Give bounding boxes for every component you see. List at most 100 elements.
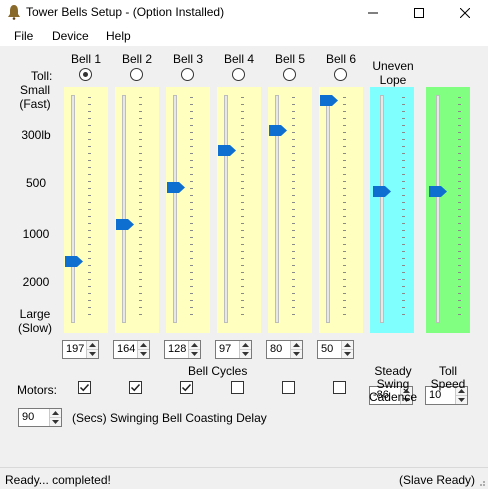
menu-device[interactable]: Device: [52, 29, 89, 43]
bell-5-slider-thumb[interactable]: [269, 125, 287, 137]
bell-5-ticks: [292, 97, 295, 321]
toll-speed-label-2: Speed: [430, 377, 466, 391]
bell-3-slider-thumb[interactable]: [167, 181, 185, 193]
bell-1-label: Bell 1: [70, 52, 102, 66]
bell-6-spin-buttons: [341, 341, 353, 358]
coast-delay-value[interactable]: 90: [22, 411, 34, 423]
bell-2-cycles-spinner[interactable]: 164: [113, 340, 150, 359]
bell-2-toll-radio[interactable]: [130, 68, 143, 81]
bell-3-up-arrow-icon[interactable]: [189, 341, 200, 349]
bell-4-slider[interactable]: [217, 87, 261, 333]
bell-6-label: Bell 6: [325, 52, 357, 66]
bell-6-down-arrow-icon[interactable]: [342, 349, 353, 357]
bell-2-down-arrow-icon[interactable]: [138, 349, 149, 357]
checkmark-icon: [130, 383, 141, 392]
bell-1-down-arrow-icon[interactable]: [87, 349, 98, 357]
bell-4-label: Bell 4: [223, 52, 255, 66]
bell-5-spin-buttons: [290, 341, 302, 358]
bell-2-label: Bell 2: [121, 52, 153, 66]
bell-1-up-arrow-icon[interactable]: [87, 341, 98, 349]
bell-2-spin-buttons: [137, 341, 149, 358]
bell-5-cycles-value[interactable]: 80: [270, 343, 282, 355]
bell-4-motor-checkbox[interactable]: [231, 381, 244, 394]
close-button[interactable]: [442, 0, 488, 26]
bell-1-motor-checkbox[interactable]: [78, 381, 91, 394]
menu-bar: File Device Help: [0, 26, 488, 46]
coast-spin-buttons: [49, 409, 61, 426]
swing-label: Swing: [376, 377, 410, 391]
bell-6-cycles-value[interactable]: 50: [321, 343, 333, 355]
coast-delay-spinner[interactable]: 90: [18, 408, 62, 427]
bell-1-slider[interactable]: [64, 87, 108, 333]
bell-5-label: Bell 5: [274, 52, 306, 66]
lope-slider[interactable]: [370, 87, 414, 333]
uneven-label: Uneven: [372, 59, 414, 73]
bell-5-motor-checkbox[interactable]: [282, 381, 295, 394]
resize-grip-icon[interactable]: [476, 477, 486, 487]
bell-2-motor-checkbox[interactable]: [129, 381, 142, 394]
toll-speed-slider[interactable]: [426, 87, 470, 333]
bell-5-toll-radio[interactable]: [283, 68, 296, 81]
lope-label: Lope: [379, 73, 407, 87]
bell-4-toll-radio[interactable]: [232, 68, 245, 81]
bell-app-icon: [8, 5, 20, 20]
bell-6-slider-thumb[interactable]: [320, 95, 338, 106]
bell-4-up-arrow-icon[interactable]: [240, 341, 251, 349]
coast-up-arrow-icon[interactable]: [50, 409, 61, 417]
bell-3-label: Bell 3: [172, 52, 204, 66]
bell-6-slider[interactable]: [319, 87, 363, 333]
bell-4-cycles-spinner[interactable]: 97: [215, 340, 252, 359]
coast-down-arrow-icon[interactable]: [50, 417, 61, 425]
bell-6-motor-checkbox[interactable]: [333, 381, 346, 394]
scale-2000-label: 2000: [22, 275, 50, 289]
bell-2-slider[interactable]: [115, 87, 159, 333]
bell-5-down-arrow-icon[interactable]: [291, 349, 302, 357]
bell-4-down-arrow-icon[interactable]: [240, 349, 251, 357]
menu-help[interactable]: Help: [106, 29, 131, 43]
checkmark-icon: [79, 383, 90, 392]
bell-1-track: [71, 95, 75, 323]
bell-4-cycles-value[interactable]: 97: [219, 343, 231, 355]
toll-speed-down-arrow-icon[interactable]: [456, 395, 467, 403]
bell-5-cycles-spinner[interactable]: 80: [266, 340, 303, 359]
minimize-icon: [368, 12, 378, 14]
bell-6-toll-radio[interactable]: [334, 68, 347, 81]
bell-2-track: [122, 95, 126, 323]
bell-2-up-arrow-icon[interactable]: [138, 341, 149, 349]
bell-6-up-arrow-icon[interactable]: [342, 341, 353, 349]
bell-5-up-arrow-icon[interactable]: [291, 341, 302, 349]
bell-3-motor-checkbox[interactable]: [180, 381, 193, 394]
bell-6-cycles-spinner[interactable]: 50: [317, 340, 354, 359]
bell-1-toll-radio[interactable]: [79, 68, 92, 81]
minimize-button[interactable]: [350, 0, 396, 26]
status-bar: Ready... completed! (Slave Ready): [0, 467, 488, 489]
bell-1-cycles-value[interactable]: 197: [66, 343, 84, 355]
bell-3-track: [173, 95, 177, 323]
scale-500-label: 500: [25, 176, 47, 190]
menu-file[interactable]: File: [14, 29, 33, 43]
bell-2-cycles-value[interactable]: 164: [117, 343, 135, 355]
bell-6-ticks: [343, 97, 346, 321]
coast-delay-label: (Secs) Swinging Bell Coasting Delay: [72, 411, 267, 425]
bell-4-slider-thumb[interactable]: [218, 144, 236, 156]
bell-3-slider[interactable]: [166, 87, 210, 333]
bell-1-spin-buttons: [86, 341, 98, 358]
status-right: (Slave Ready): [399, 473, 476, 487]
status-left: Ready... completed!: [5, 473, 111, 487]
bell-3-down-arrow-icon[interactable]: [189, 349, 200, 357]
lope-ticks: [402, 97, 405, 321]
lope-track: [380, 95, 384, 323]
bell-4-ticks: [241, 97, 244, 321]
window-title: Tower Bells Setup - (Option Installed): [26, 5, 225, 19]
bell-1-slider-thumb[interactable]: [65, 255, 83, 267]
bell-5-slider[interactable]: [268, 87, 312, 333]
bell-1-cycles-spinner[interactable]: 197: [62, 340, 99, 359]
maximize-button[interactable]: [396, 0, 442, 26]
bell-2-slider-thumb[interactable]: [116, 218, 134, 230]
bell-3-cycles-spinner[interactable]: 128: [164, 340, 201, 359]
bell-3-cycles-value[interactable]: 128: [168, 343, 186, 355]
bell-1-ticks: [88, 97, 91, 321]
toll-speed-slider-thumb[interactable]: [429, 186, 447, 198]
bell-3-toll-radio[interactable]: [181, 68, 194, 81]
lope-slider-thumb[interactable]: [373, 186, 391, 198]
